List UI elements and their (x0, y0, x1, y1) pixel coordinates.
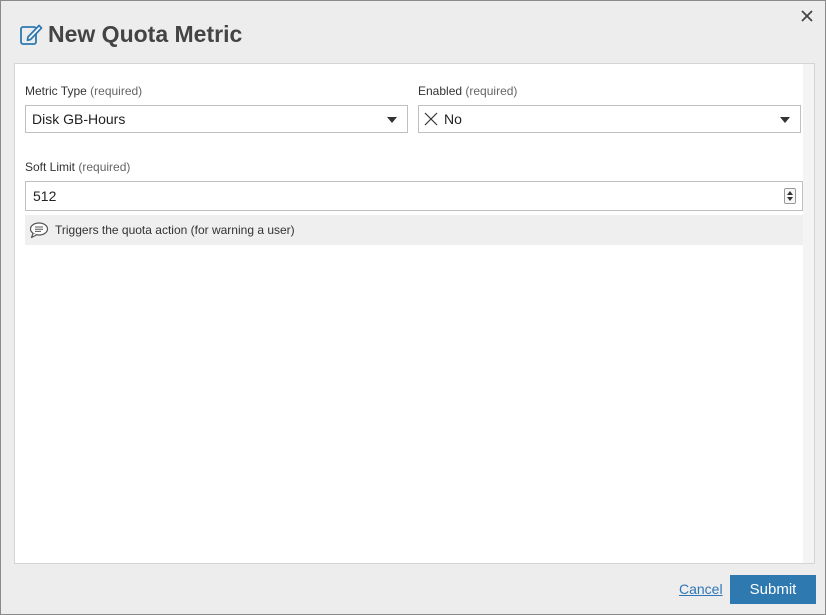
dialog-title: New Quota Metric (48, 20, 243, 47)
spinner-stepper[interactable] (784, 188, 796, 204)
new-quota-metric-dialog: New Quota Metric Metric Type (required) … (0, 0, 826, 615)
soft-limit-label: Soft Limit (required) (25, 160, 131, 174)
submit-button[interactable]: Submit (730, 575, 816, 604)
content-scrollbar[interactable] (803, 64, 814, 563)
metric-type-label: Metric Type (required) (25, 84, 143, 98)
enabled-select[interactable]: No (418, 105, 801, 133)
metric-type-select[interactable]: Disk GB-Hours (25, 105, 408, 133)
dialog-body: Metric Type (required) Disk GB-Hours Ena… (14, 63, 815, 564)
spinner-up-icon[interactable] (787, 191, 793, 195)
x-icon (424, 112, 438, 126)
chevron-down-icon (387, 117, 397, 123)
dialog-header: New Quota Metric (19, 19, 242, 49)
pencil-edit-icon (19, 22, 43, 46)
enabled-label: Enabled (required) (418, 84, 518, 98)
chevron-down-icon (780, 117, 790, 123)
enabled-value: No (444, 111, 462, 127)
help-text: Triggers the quota action (for warning a… (55, 223, 295, 237)
metric-type-value: Disk GB-Hours (32, 111, 126, 127)
close-icon[interactable] (799, 8, 815, 24)
spinner-down-icon[interactable] (787, 197, 793, 201)
soft-limit-help: Triggers the quota action (for warning a… (25, 215, 803, 245)
speech-bubble-icon (29, 221, 49, 239)
soft-limit-field[interactable] (25, 181, 803, 211)
cancel-button[interactable]: Cancel (679, 581, 723, 597)
soft-limit-input[interactable] (31, 182, 775, 210)
